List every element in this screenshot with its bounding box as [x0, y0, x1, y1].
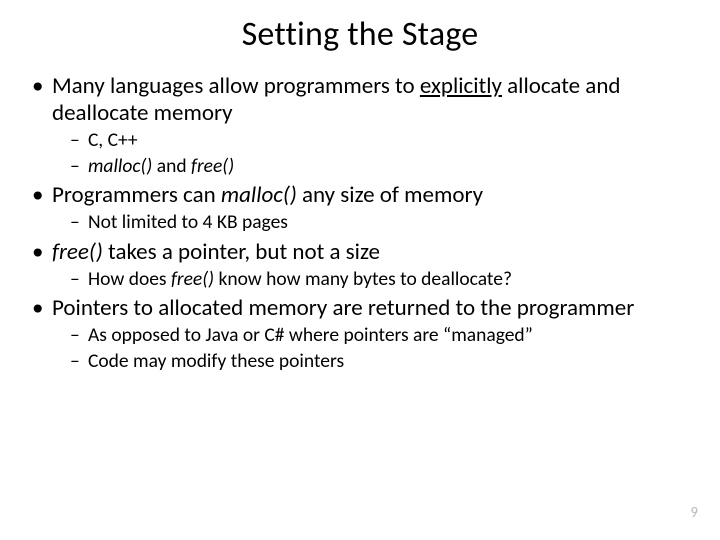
dash-icon: – [70, 350, 88, 373]
bullet-text: malloc() and free() [88, 155, 234, 178]
bullet-dot-icon: • [32, 73, 52, 127]
bullet-level1: • free() takes a pointer, but not a size [32, 239, 690, 266]
text: takes a pointer, but not a size [103, 238, 380, 266]
slide: Setting the Stage • Many languages allow… [0, 0, 720, 540]
dash-icon: – [70, 155, 88, 178]
dash-icon: – [70, 211, 88, 234]
dash-icon: – [70, 268, 88, 291]
text: Many languages allow programmers to [52, 72, 420, 100]
bullet-text: C, C++ [88, 129, 138, 152]
bullet-text: Many languages allow programmers to expl… [52, 73, 690, 127]
slide-content: • Many languages allow programmers to ex… [30, 73, 690, 373]
text: How does [88, 267, 171, 291]
slide-title: Setting the Stage [30, 14, 690, 55]
dash-icon: – [70, 324, 88, 347]
bullet-level2: – malloc() and free() [32, 155, 690, 178]
bullet-text: How does free() know how many bytes to d… [88, 268, 512, 291]
bullet-level2: – Not limited to 4 KB pages [32, 211, 690, 234]
bullet-text: Pointers to allocated memory are returne… [52, 295, 690, 322]
dash-icon: – [70, 129, 88, 152]
italic-text: malloc() [88, 154, 152, 178]
bullet-level1: • Programmers can malloc() any size of m… [32, 182, 690, 209]
text: Programmers can [52, 181, 221, 209]
bullet-level1: • Pointers to allocated memory are retur… [32, 295, 690, 322]
bullet-text: Programmers can malloc() any size of mem… [52, 182, 690, 209]
bullet-text: free() takes a pointer, but not a size [52, 239, 690, 266]
bullet-text: Not limited to 4 KB pages [88, 211, 288, 234]
italic-text: free() [191, 154, 234, 178]
bullet-dot-icon: • [32, 295, 52, 322]
bullet-dot-icon: • [32, 182, 52, 209]
bullet-level2: – As opposed to Java or C# where pointer… [32, 324, 690, 347]
italic-text: free() [52, 238, 103, 266]
bullet-text: Code may modify these pointers [88, 350, 344, 373]
bullet-level1: • Many languages allow programmers to ex… [32, 73, 690, 127]
page-number: 9 [690, 504, 698, 522]
bullet-level2: – C, C++ [32, 129, 690, 152]
text: know how many bytes to deallocate? [214, 267, 512, 291]
text: any size of memory [297, 181, 483, 209]
underline-text: explicitly [420, 72, 502, 100]
text: and [152, 154, 191, 178]
bullet-text: As opposed to Java or C# where pointers … [88, 324, 533, 347]
bullet-dot-icon: • [32, 239, 52, 266]
italic-text: free() [171, 267, 214, 291]
bullet-level2: – How does free() know how many bytes to… [32, 268, 690, 291]
italic-text: malloc() [221, 181, 297, 209]
bullet-level2: – Code may modify these pointers [32, 350, 690, 373]
